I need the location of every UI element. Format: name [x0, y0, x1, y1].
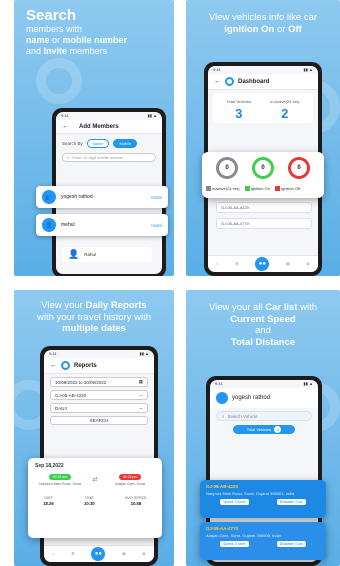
screen-title: Dashboard	[238, 78, 270, 85]
app-bar: ← Add Members	[56, 120, 162, 134]
period-select[interactable]: DAILY ⌄	[50, 403, 148, 413]
on-swatch-icon	[244, 186, 250, 192]
app-logo-icon	[61, 361, 70, 370]
status-bar: 9:41 ▮▮ ▲	[49, 351, 149, 356]
report-metrics: DIST 18.26 TIME 10:30 AVG.SPEED 10.58	[43, 496, 147, 506]
app-bar: ← Reports	[44, 358, 154, 374]
search-icon: ⌕	[222, 413, 225, 419]
vehicle-row[interactable]: GJ-05-AA-4770	[216, 218, 312, 229]
bottom-nav: ⌂ ☰ ●● ▤ ⚙	[44, 545, 154, 562]
trip-start: 09:15 am Nanpura Main Road, Surat	[39, 474, 81, 486]
bottom-nav: ⌂ ☰ ●● ▤ ⚙	[208, 255, 318, 272]
member-card[interactable]: 👤 mehul Invite	[36, 214, 168, 236]
vehicle-card[interactable]: GJ-05-AB-4220 Nanpura Main Road, Surat, …	[200, 480, 326, 518]
route-arrow-icon: ⇄	[92, 477, 98, 483]
trip-end: 05:25 pm Adajan Gam, Surat	[115, 474, 145, 486]
distance-badge: Distance: 0 km	[276, 541, 306, 547]
ignition-off-ring[interactable]: 0	[288, 157, 310, 179]
panel-car-list: View your all Car list with Current Spee…	[186, 290, 340, 566]
status-bar: 9:41 ▮▮ ▲	[215, 381, 313, 386]
vehicle-row[interactable]: GJ-05-AA-4220	[216, 202, 312, 213]
vehicle-select[interactable]: GJ-05-AB-4220 ⌄	[50, 390, 148, 400]
total-vehicles-pill[interactable]: Total Vehicles 3	[233, 425, 295, 434]
status-bar: 9:41 ▮▮ ▲	[213, 67, 313, 72]
panel3-caption: View your Daily Reports with your travel…	[36, 300, 152, 334]
invite-button[interactable]: Invite	[151, 223, 162, 228]
search-button[interactable]: SEARCH	[50, 416, 148, 425]
back-arrow-icon[interactable]: ←	[62, 123, 69, 130]
app-logo-icon	[225, 77, 234, 86]
screen-title: Add Members	[79, 123, 119, 130]
name-toggle[interactable]: Name	[86, 139, 110, 148]
person-icon: 👤	[68, 249, 80, 259]
panel-ignition-info: View vehicles info like car ignition On …	[186, 0, 340, 276]
search-vehicle-input[interactable]: ⌕ Search Vehicle	[216, 411, 312, 421]
nav-home-icon[interactable]: ⌂	[52, 552, 54, 556]
trip-row: 09:15 am Nanpura Main Road, Surat ⇄ 05:2…	[28, 472, 162, 488]
mobile-toggle[interactable]: Mobile	[113, 139, 138, 148]
speed-badge: Speed: 0 km/h	[220, 499, 249, 505]
panel-search-members: Search members with name or mobile numbe…	[14, 0, 174, 276]
total-vehicles-stat[interactable]: Total Vehicles 3	[227, 99, 251, 121]
panel-daily-reports: View your Daily Reports with your travel…	[14, 290, 174, 566]
user-avatar-icon	[216, 392, 228, 404]
vehicle-card[interactable]: GJ-05-AA-4770 Adajan Gam, Surat, Gujarat…	[200, 522, 326, 560]
inactive-swatch-icon	[206, 186, 211, 192]
search-input[interactable]: ⌕ Enter 10 digit mobile number	[62, 153, 156, 162]
back-arrow-icon[interactable]: ←	[50, 362, 57, 369]
search-icon: ⌕	[67, 155, 70, 160]
nav-list-icon[interactable]: ☰	[235, 262, 238, 266]
caption-title: Search	[26, 7, 77, 24]
nav-center-fab[interactable]: ●●	[255, 257, 270, 271]
nav-report-icon[interactable]: ▤	[122, 552, 125, 556]
off-swatch-icon	[274, 186, 280, 192]
nav-home-icon[interactable]: ⌂	[216, 262, 218, 266]
member-card[interactable]: 👥 yogesh rathod Invite	[36, 186, 168, 208]
user-avatar-icon: 👥	[42, 190, 56, 204]
nav-list-icon[interactable]: ☰	[71, 552, 74, 556]
inactive-ring[interactable]: 0	[216, 157, 238, 179]
nav-report-icon[interactable]: ▤	[286, 262, 289, 266]
stats-card: Total Vehicles 3 In-Active(24 hrs) 2	[213, 93, 313, 123]
back-arrow-icon[interactable]: ←	[214, 78, 221, 85]
ignition-on-ring[interactable]: 0	[252, 157, 274, 179]
user-header: yogesh rathod	[210, 388, 318, 408]
chevron-down-icon: ⌄	[139, 405, 143, 410]
nav-settings-icon[interactable]: ⚙	[142, 552, 145, 556]
user-avatar-icon: 👤	[42, 218, 56, 232]
ignition-status-card: 0 0 0 Inactive(24 hrs) Ignition On Ignit…	[202, 152, 324, 198]
distance-badge: Distance: 0 km	[276, 499, 306, 505]
member-row[interactable]: 👤 Rahul	[62, 247, 152, 262]
chevron-down-icon: ⌄	[139, 392, 143, 397]
search-by-row: Search By Name Mobile	[56, 134, 162, 151]
nav-settings-icon[interactable]: ⚙	[306, 262, 309, 266]
inactive-stat[interactable]: In-Active(24 hrs) 2	[270, 99, 299, 121]
report-date: Sep 18,2022	[35, 463, 64, 469]
status-bar: 9:41 ▮▮ ▲	[61, 113, 157, 118]
ignition-legend: Inactive(24 hrs) Ignition On Ignition Of…	[206, 186, 300, 192]
speed-badge: Speed: 0 km/h	[220, 541, 249, 547]
date-range-field[interactable]: 10/09/2022 to 30/09/2022 ▦	[50, 377, 148, 387]
app-bar: ← Dashboard	[208, 74, 318, 90]
invite-button[interactable]: Invite	[151, 195, 162, 200]
nav-center-fab[interactable]: ●●	[91, 547, 106, 561]
magnifier-watermark	[36, 58, 82, 104]
screen-title: Reports	[74, 362, 97, 369]
report-card[interactable]: Sep 18,2022 09:15 am Nanpura Main Road, …	[28, 458, 162, 538]
panel1-caption: Search members with name or mobile numbe…	[26, 8, 174, 57]
panel2-caption: View vehicles info like car ignition On …	[208, 12, 318, 35]
calendar-icon: ▦	[138, 379, 143, 384]
panel4-caption: View your all Car list with Current Spee…	[208, 302, 318, 348]
